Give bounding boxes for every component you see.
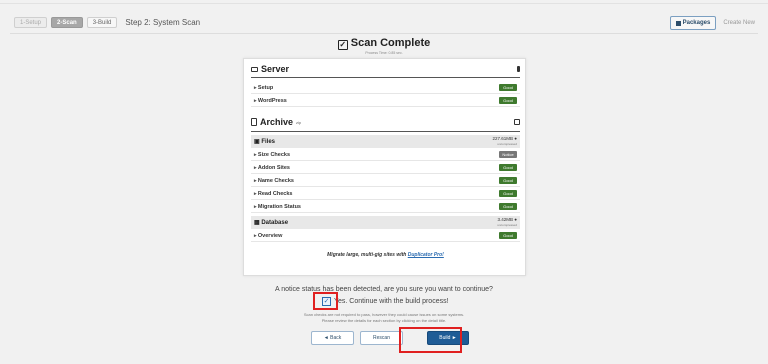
database-row-overview[interactable]: Overview Good — [251, 230, 520, 242]
status-badge: Good — [499, 203, 517, 210]
status-badge: Good — [499, 164, 517, 171]
row-label: Size Checks — [254, 152, 290, 158]
step-setup[interactable]: 1-Setup — [14, 17, 48, 28]
step-scan[interactable]: 2-Scan — [51, 17, 83, 28]
promo-message: Migrate large, multi-gig sites with — [327, 252, 408, 258]
files-size-value: 227.61MB — [492, 136, 514, 141]
server-status-icon — [517, 66, 520, 72]
files-group-header[interactable]: ▣ Files 227.61MB ● uncompressed — [251, 135, 520, 148]
packages-icon — [675, 20, 681, 26]
confirm-continue[interactable]: ✓ Yes. Continue with the build process! — [322, 297, 449, 306]
files-row-read-checks[interactable]: Read Checks Good — [251, 188, 520, 200]
top-bar — [0, 0, 768, 4]
server-divider — [251, 77, 520, 78]
status-badge: Good — [499, 84, 517, 91]
packages-label: Packages — [682, 20, 711, 26]
archive-title: Archive — [260, 117, 294, 127]
help-icon[interactable]: ● — [514, 217, 517, 222]
fine-print: Scan checks are not required to pass, ho… — [0, 312, 768, 324]
step-build[interactable]: 3-Build — [86, 17, 118, 28]
database-size-value: 3.42MB — [497, 217, 514, 222]
server-section-header[interactable]: Server — [251, 64, 520, 74]
row-label: Migration Status — [254, 204, 301, 210]
server-row-wordpress[interactable]: WordPress Good — [251, 95, 520, 107]
highlight-build-box — [399, 327, 462, 353]
files-size-note: uncompressed — [497, 141, 517, 146]
wizard-steps: 1-Setup 2-Scan 3-Build Step 2: System Sc… — [14, 17, 200, 28]
database-size-note: uncompressed — [497, 222, 517, 227]
server-row-setup[interactable]: Setup Good — [251, 82, 520, 94]
row-label: Addon Sites — [254, 165, 290, 171]
create-new-button[interactable]: Create New — [720, 16, 758, 30]
row-label: Overview — [254, 233, 282, 239]
rescan-button[interactable]: Rescan — [360, 331, 403, 345]
database-size: 3.42MB ● uncompressed — [497, 217, 517, 227]
promo-link[interactable]: Duplicator Pro! — [408, 252, 444, 258]
archive-format: zip — [296, 119, 302, 125]
status-badge: Good — [499, 177, 517, 184]
header-divider — [10, 33, 758, 34]
status-badge: Notice — [499, 151, 517, 158]
database-group-header[interactable]: ▦ Database 3.42MB ● uncompressed — [251, 216, 520, 229]
checkbox-checked-icon: ✓ — [337, 40, 348, 50]
archive-section-header[interactable]: Archive zip — [251, 117, 520, 127]
back-button[interactable]: ◄ Back — [311, 331, 354, 345]
status-badge: Good — [499, 97, 517, 104]
archive-toggle-icon — [514, 119, 520, 125]
notice-question: A notice status has been detected, are y… — [275, 286, 493, 293]
server-icon — [251, 66, 258, 72]
scan-title: ✓ Scan Complete — [0, 37, 768, 50]
scan-subtitle: Process Time: 0.85 sec. — [365, 51, 403, 55]
row-label: Setup — [254, 85, 273, 91]
files-row-migration-status[interactable]: Migration Status Good — [251, 201, 520, 213]
confirm-label[interactable]: Yes. Continue with the build process! — [334, 298, 449, 305]
files-label: Files — [261, 139, 276, 145]
row-label: Name Checks — [254, 178, 294, 184]
database-label: Database — [261, 220, 289, 226]
status-badge: Good — [499, 232, 517, 239]
promo-text: Migrate large, multi-gig sites with Dupl… — [244, 252, 527, 258]
row-label: Read Checks — [254, 191, 293, 197]
files-row-addon-sites[interactable]: Addon Sites Good — [251, 162, 520, 174]
status-badge: Good — [499, 190, 517, 197]
files-size: 227.61MB ● uncompressed — [492, 136, 518, 146]
highlight-checkbox-box — [313, 292, 338, 310]
files-row-name-checks[interactable]: Name Checks Good — [251, 175, 520, 187]
packages-button[interactable]: Packages — [669, 16, 717, 30]
step-title: Step 2: System Scan — [125, 18, 201, 27]
help-icon[interactable]: ● — [514, 136, 517, 141]
archive-divider — [251, 131, 520, 132]
header-actions: Packages Create New — [669, 16, 758, 30]
files-row-size-checks[interactable]: Size Checks Notice — [251, 149, 520, 161]
fine-print-line-2: Please review the details for each secti… — [321, 318, 447, 323]
scan-results-panel: Server Setup Good WordPress Good Archive… — [243, 58, 526, 276]
server-title: Server — [261, 64, 290, 74]
row-label: WordPress — [254, 98, 287, 104]
scan-title-text: Scan Complete — [350, 37, 431, 49]
archive-file-icon — [251, 118, 257, 126]
